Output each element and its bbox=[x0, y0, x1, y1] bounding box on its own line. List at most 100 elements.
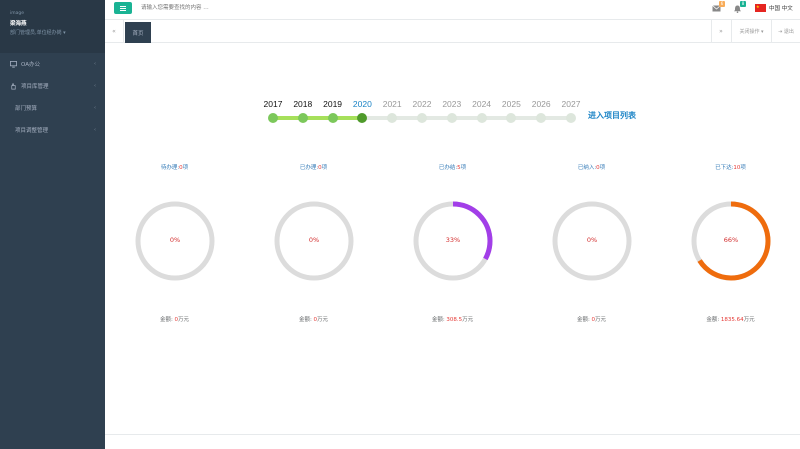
timeline-dot-2021[interactable] bbox=[387, 113, 398, 123]
amount-unit: 万元 bbox=[317, 317, 329, 323]
timeline-year-2019[interactable]: 2019 bbox=[318, 99, 348, 109]
timeline-dot-2018[interactable] bbox=[297, 113, 308, 123]
profile-image: image bbox=[10, 11, 25, 16]
double-left-icon: « bbox=[112, 28, 116, 35]
stat-unit: 项 bbox=[599, 165, 606, 171]
sidebar-item-label: 项目库管理 bbox=[21, 84, 49, 90]
amount-value: 308.5 bbox=[446, 317, 463, 323]
stat-card: 待办理:0项 0% 金额: 0万元 bbox=[105, 163, 244, 363]
sidebar-item-project-library[interactable]: 项目库管理 ‹ bbox=[0, 75, 105, 97]
progress-percent: 33% bbox=[445, 236, 461, 244]
timeline-dot-2026[interactable] bbox=[536, 113, 547, 123]
timeline-year-2026[interactable]: 2026 bbox=[526, 99, 556, 109]
close-ops-label: 关闭操作 bbox=[739, 29, 760, 35]
stat-title[interactable]: 已办结:5项 bbox=[383, 163, 522, 171]
stat-amount: 金额: 0万元 bbox=[105, 315, 244, 323]
timeline-dot-2017[interactable] bbox=[268, 113, 278, 123]
stat-unit: 项 bbox=[182, 165, 189, 171]
amount-value: 1835.64 bbox=[720, 317, 744, 323]
timeline-year-2025[interactable]: 2025 bbox=[496, 99, 526, 109]
amount-label: 金额: bbox=[159, 317, 173, 323]
stat-unit: 项 bbox=[321, 165, 328, 171]
timeline-dot-2027[interactable] bbox=[566, 113, 576, 123]
timeline-year-2027[interactable]: 2027 bbox=[556, 99, 586, 109]
close-operations-dropdown[interactable]: 关闭操作 ▾ bbox=[731, 20, 771, 43]
enter-project-list-link[interactable]: 进入项目列表 bbox=[588, 110, 636, 121]
stat-title[interactable]: 待办理:0项 bbox=[105, 163, 244, 171]
stat-amount: 金额: 0万元 bbox=[244, 315, 383, 323]
stat-amount: 金额: 308.5万元 bbox=[383, 315, 522, 323]
stat-label: 已纳入: bbox=[577, 165, 597, 171]
search-input[interactable] bbox=[141, 3, 341, 13]
china-flag-icon[interactable]: ★ bbox=[755, 4, 766, 12]
progress-percent: 0% bbox=[308, 236, 320, 244]
stat-title[interactable]: 已纳入:0项 bbox=[522, 163, 661, 171]
sidebar-item-dept-budget[interactable]: 部门预算 ‹ bbox=[0, 97, 105, 119]
stat-label: 待办理: bbox=[160, 165, 180, 171]
timeline-year-2022[interactable]: 2022 bbox=[407, 99, 437, 109]
timeline-dot-2023[interactable] bbox=[446, 113, 457, 123]
language-selector[interactable]: 中国 中文 bbox=[769, 4, 793, 12]
timeline-dot-2025[interactable] bbox=[506, 113, 517, 123]
timeline-year-2024[interactable]: 2024 bbox=[467, 99, 497, 109]
chevron-left-icon: ‹ bbox=[94, 105, 96, 111]
tab-scroll-right-button[interactable]: » bbox=[711, 20, 730, 43]
exit-button[interactable]: ⇥ 退出 bbox=[771, 20, 800, 43]
user-name[interactable]: 梁海燕 bbox=[10, 19, 105, 27]
progress-percent: 66% bbox=[723, 236, 739, 244]
timeline-dot-2019[interactable] bbox=[327, 113, 338, 123]
stat-amount: 金额: 1835.64万元 bbox=[661, 315, 800, 323]
stat-unit: 项 bbox=[460, 165, 467, 171]
hamburger-icon bbox=[120, 7, 126, 9]
amount-unit: 万元 bbox=[595, 317, 607, 323]
tab-bar: « 首页 » 关闭操作 ▾ ⇥ 退出 bbox=[105, 20, 800, 43]
timeline-dot-2024[interactable] bbox=[476, 113, 487, 123]
tab-home[interactable]: 首页 bbox=[125, 22, 151, 43]
progress-percent: 0% bbox=[169, 236, 181, 244]
timeline-progress bbox=[273, 116, 363, 120]
stat-amount: 金额: 0万元 bbox=[522, 315, 661, 323]
timeline-year-2018[interactable]: 2018 bbox=[288, 99, 318, 109]
timeline-year-2023[interactable]: 2023 bbox=[437, 99, 467, 109]
footer bbox=[105, 434, 800, 449]
sidebar-item-oa[interactable]: OA办公 ‹ bbox=[0, 53, 105, 75]
stat-card: 已纳入:0项 0% 金额: 0万元 bbox=[522, 163, 661, 363]
stat-card: 已办结:5项 33% 金额: 308.5万元 bbox=[383, 163, 522, 363]
sidebar-item-label: 部门预算 bbox=[15, 106, 38, 112]
sidebar-item-label: 项目调整管理 bbox=[15, 128, 49, 134]
amount-unit: 万元 bbox=[743, 317, 755, 323]
timeline-dot-2020[interactable] bbox=[357, 113, 368, 123]
sidebar-item-project-adjust[interactable]: 项目调整管理 ‹ bbox=[0, 119, 105, 141]
chevron-left-icon: ‹ bbox=[94, 83, 96, 89]
sidebar: image 梁海燕 部门管理员,单位经办岗 ▾ OA办公 ‹ 项目库管理 ‹ 部… bbox=[0, 0, 105, 449]
amount-label: 金额: bbox=[298, 317, 312, 323]
top-navbar: 6 8 ★ 中国 中文 bbox=[105, 0, 800, 20]
tab-scroll-left-button[interactable]: « bbox=[105, 20, 124, 43]
amount-unit: 万元 bbox=[178, 317, 190, 323]
mail-badge: 6 bbox=[719, 1, 725, 7]
sign-out-icon: ⇥ bbox=[778, 28, 783, 35]
year-timeline: 进入项目列表 2017 2018 2019 2020 2021 2022 2023 2024 2… bbox=[105, 43, 800, 143]
stat-title[interactable]: 已办理:0项 bbox=[244, 163, 383, 171]
chevron-left-icon: ‹ bbox=[94, 61, 96, 67]
menu-toggle-button[interactable] bbox=[114, 2, 132, 14]
amount-label: 金额: bbox=[706, 317, 720, 323]
stat-unit: 项 bbox=[740, 165, 746, 171]
notification-button[interactable]: 8 bbox=[733, 1, 746, 13]
mail-button[interactable]: 6 bbox=[712, 1, 725, 12]
timeline-year-2020[interactable]: 2020 bbox=[347, 99, 377, 109]
user-dept-dropdown[interactable]: 部门管理员,单位经办岗 ▾ bbox=[10, 29, 105, 36]
timeline-year-2017[interactable]: 2017 bbox=[258, 99, 288, 109]
timeline-year-2021[interactable]: 2021 bbox=[377, 99, 407, 109]
stat-card: 已下达:10项 66% 金额: 1835.64万元 bbox=[661, 163, 800, 363]
progress-percent: 0% bbox=[586, 236, 598, 244]
stat-label: 已办理: bbox=[299, 165, 319, 171]
amount-unit: 万元 bbox=[462, 317, 474, 323]
profile-panel: image 梁海燕 部门管理员,单位经办岗 ▾ bbox=[0, 0, 105, 53]
amount-label: 金额: bbox=[576, 317, 590, 323]
stat-label: 已办结: bbox=[438, 165, 458, 171]
amount-label: 金额: bbox=[431, 317, 445, 323]
timeline-dot-2022[interactable] bbox=[417, 113, 427, 123]
exit-label: 退出 bbox=[783, 29, 794, 35]
stat-title[interactable]: 已下达:10项 bbox=[661, 163, 800, 171]
